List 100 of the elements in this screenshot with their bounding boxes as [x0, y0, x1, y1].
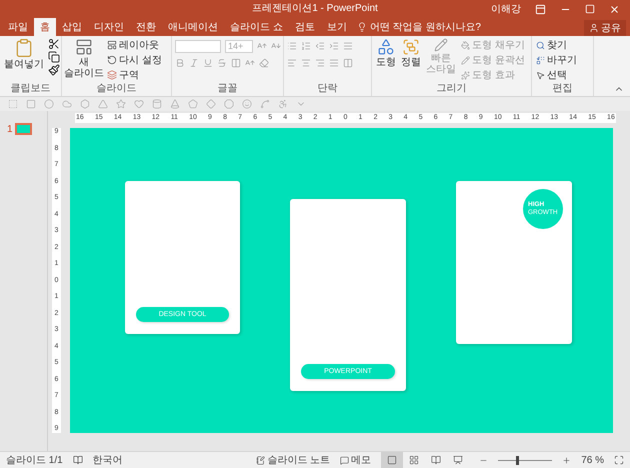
- cloud-icon[interactable]: [62, 99, 72, 109]
- person-icon: [589, 23, 599, 33]
- shapes-icon: [377, 38, 395, 56]
- replace-button[interactable]: 바꾸기: [535, 53, 578, 67]
- slide-number: 1: [7, 124, 13, 134]
- grid-icon: [409, 455, 420, 465]
- clipboard-icon: [14, 38, 34, 58]
- ribbon-tab[interactable]: 슬라이드 쇼: [224, 18, 289, 36]
- window-title: 프레젠테이션1 - PowerPoint: [252, 3, 378, 15]
- square-icon[interactable]: [26, 99, 36, 109]
- circle-icon[interactable]: [44, 99, 54, 109]
- strikethrough-icon[interactable]: [217, 58, 227, 68]
- select-button[interactable]: 선택: [535, 68, 578, 82]
- heart-icon[interactable]: [134, 99, 144, 109]
- notes-button[interactable]: 슬라이드 노트: [256, 453, 330, 467]
- reset-button[interactable]: 다시 설정: [106, 53, 163, 67]
- group-label: 그리기: [436, 83, 466, 95]
- octagon-icon[interactable]: [224, 99, 234, 109]
- zoom-in-icon[interactable]: [562, 456, 572, 464]
- cylinder-icon[interactable]: [152, 99, 162, 109]
- ribbon-tab[interactable]: 애니메이션: [162, 18, 224, 36]
- cut-icon[interactable]: [48, 38, 60, 50]
- slide-counter: 슬라이드 1/1: [6, 454, 63, 467]
- paste-button[interactable]: 붙여넣기: [3, 38, 45, 70]
- diamond-icon[interactable]: [206, 99, 216, 109]
- layout-icon: [107, 40, 117, 50]
- maximize-button[interactable]: [585, 4, 595, 14]
- smiley-icon[interactable]: [242, 99, 252, 109]
- ribbon-tab[interactable]: 보기: [320, 18, 353, 36]
- paint-bucket-icon: [461, 40, 470, 50]
- group-label: 클립보드: [10, 83, 50, 95]
- italic-icon[interactable]: [189, 58, 199, 68]
- zoom-reading: 76 %: [581, 454, 604, 466]
- normal-view-icon: [387, 455, 398, 465]
- presentation-icon: [453, 455, 464, 465]
- ribbon-tab[interactable]: 전환: [130, 18, 162, 36]
- reset-icon: [107, 55, 117, 65]
- share-button[interactable]: 공유: [584, 20, 626, 36]
- align-center-icon[interactable]: [301, 58, 311, 68]
- curve-icon[interactable]: [260, 99, 270, 109]
- cone-icon[interactable]: [170, 99, 180, 109]
- arrange-icon: [402, 38, 420, 56]
- pencil-icon: [461, 56, 470, 64]
- find-button[interactable]: 찾기: [535, 38, 578, 52]
- clear-format-icon[interactable]: [259, 58, 269, 68]
- line-spacing-icon[interactable]: [343, 41, 353, 51]
- tell-me-field[interactable]: 어떤 작업을 원하시나요?: [370, 22, 502, 32]
- search-icon: [536, 40, 545, 50]
- decrease-indent-icon[interactable]: [315, 41, 325, 51]
- layout-button[interactable]: 레이아웃: [106, 38, 163, 52]
- bold-icon[interactable]: [175, 58, 185, 68]
- section-button[interactable]: 구역: [106, 68, 163, 82]
- hexagon-icon[interactable]: [80, 99, 90, 109]
- ribbon-tab[interactable]: 검토: [288, 18, 321, 36]
- shapes-button[interactable]: 도형: [375, 38, 397, 68]
- font-name-field[interactable]: [175, 40, 221, 52]
- arrange-button[interactable]: 정렬: [400, 38, 422, 68]
- slide-thumbnail[interactable]: [14, 123, 32, 135]
- bullets-icon[interactable]: [287, 41, 297, 51]
- sparkles-icon: [461, 70, 470, 80]
- lightbulb-icon: [356, 22, 367, 32]
- copy-icon[interactable]: [48, 51, 60, 63]
- group-label: 슬라이드: [96, 83, 136, 95]
- format-painter-icon[interactable]: [48, 64, 60, 76]
- underline-icon[interactable]: [203, 58, 213, 68]
- shrink-font-icon[interactable]: [271, 41, 281, 51]
- group-label: 편집: [552, 83, 572, 95]
- new-slide-button[interactable]: 새 슬라이드: [65, 38, 103, 79]
- notes-icon: [256, 456, 266, 464]
- group-label: 단락: [318, 83, 338, 95]
- comment-icon: [340, 456, 350, 464]
- triangle-icon[interactable]: [98, 99, 108, 109]
- ribbon-tab[interactable]: 홈: [34, 18, 56, 36]
- group-label: 글꼴: [218, 83, 238, 95]
- pointer-icon: [536, 70, 545, 80]
- ribbon-tab[interactable]: 삽입: [56, 18, 88, 36]
- columns-icon[interactable]: [343, 58, 353, 68]
- zoom-thumb[interactable]: [516, 456, 520, 464]
- view-button[interactable]: [381, 452, 404, 468]
- justify-icon[interactable]: [329, 58, 339, 68]
- close-button[interactable]: [609, 4, 620, 14]
- pencil-icon: [434, 38, 448, 52]
- ribbon-display-button[interactable]: [535, 4, 546, 14]
- slide-layout-icon: [75, 38, 93, 56]
- increase-indent-icon[interactable]: [329, 41, 339, 51]
- grow-font-icon[interactable]: [257, 41, 267, 51]
- pentagon-icon[interactable]: [188, 99, 198, 109]
- font-case-icon[interactable]: [245, 58, 255, 68]
- star-icon[interactable]: [116, 99, 126, 109]
- ribbon-tab[interactable]: 파일: [2, 18, 34, 36]
- comments-button[interactable]: 메모: [340, 453, 372, 467]
- user-name: 이해강: [491, 3, 521, 16]
- fit-to-window-icon[interactable]: [614, 455, 624, 465]
- align-right-icon[interactable]: [315, 58, 325, 68]
- ribbon-tab[interactable]: 디자인: [88, 18, 130, 36]
- layers-icon: [107, 70, 117, 80]
- numbering-icon[interactable]: [301, 41, 311, 51]
- language-label: 한국어: [92, 454, 123, 467]
- align-left-icon[interactable]: [287, 58, 297, 68]
- book-icon: [431, 455, 442, 465]
